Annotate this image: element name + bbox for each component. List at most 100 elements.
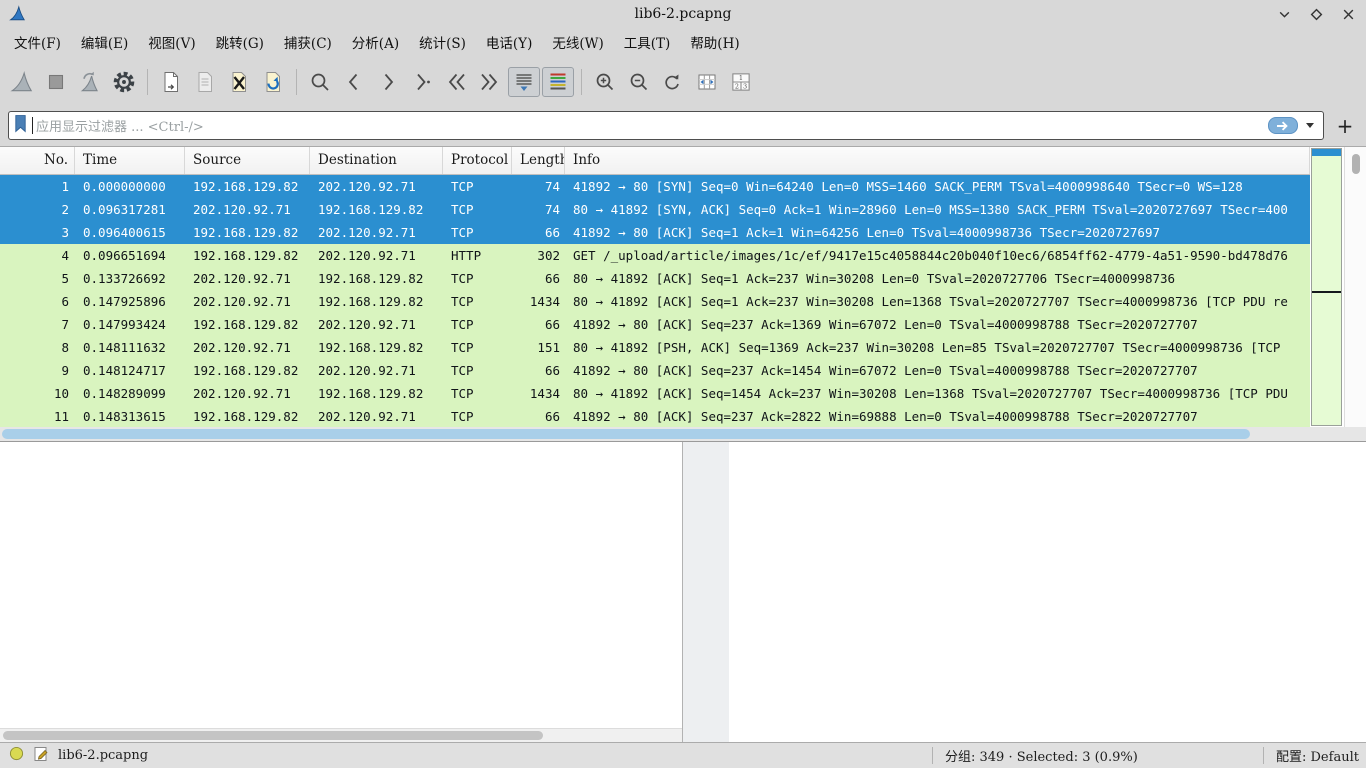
layout-chooser-icon[interactable]: 123 bbox=[725, 67, 757, 97]
table-row[interactable]: 50.133726692202.120.92.71192.168.129.82T… bbox=[0, 267, 1310, 290]
go-first-icon[interactable] bbox=[440, 67, 472, 97]
menu-item-7[interactable]: 电话(Y) bbox=[476, 29, 542, 59]
column-header-length[interactable]: Length bbox=[512, 147, 565, 174]
cell-time: 0.096651694 bbox=[75, 244, 185, 267]
bookmark-icon[interactable] bbox=[13, 114, 28, 137]
cell-destination: 202.120.92.71 bbox=[310, 244, 443, 267]
go-forward-icon[interactable] bbox=[372, 67, 404, 97]
restart-capture-icon[interactable] bbox=[74, 67, 106, 97]
cell-time: 0.147925896 bbox=[75, 290, 185, 313]
start-capture-icon[interactable] bbox=[6, 67, 38, 97]
table-row[interactable]: 20.096317281202.120.92.71192.168.129.82T… bbox=[0, 198, 1310, 221]
cell-protocol: TCP bbox=[443, 405, 512, 428]
maximize-icon[interactable] bbox=[1308, 6, 1324, 22]
intelligent-scrollbar-minimap[interactable] bbox=[1311, 148, 1342, 426]
cell-info: 80 → 41892 [ACK] Seq=1 Ack=237 Win=30208… bbox=[565, 290, 1310, 313]
menu-item-3[interactable]: 跳转(G) bbox=[206, 29, 274, 59]
filter-dropdown-icon[interactable] bbox=[1306, 123, 1314, 128]
cell-no: 7 bbox=[0, 313, 75, 336]
add-filter-button[interactable]: + bbox=[1332, 113, 1358, 139]
vscrollbar-thumb[interactable] bbox=[1352, 154, 1360, 174]
details-hscrollbar-thumb[interactable] bbox=[3, 731, 543, 740]
open-file-icon[interactable] bbox=[155, 67, 187, 97]
packet-list: No.TimeSourceDestinationProtocolLengthIn… bbox=[0, 147, 1310, 428]
column-header-no[interactable]: No. bbox=[0, 147, 75, 174]
cell-length: 66 bbox=[512, 405, 565, 428]
go-last-icon[interactable] bbox=[474, 67, 506, 97]
table-row[interactable]: 90.148124717192.168.129.82202.120.92.71T… bbox=[0, 359, 1310, 382]
cell-time: 0.148124717 bbox=[75, 359, 185, 382]
capture-comment-icon[interactable] bbox=[33, 746, 49, 766]
zoom-in-icon[interactable] bbox=[589, 67, 621, 97]
packet-list-hscrollbar[interactable] bbox=[0, 427, 1366, 441]
column-header-info[interactable]: Info bbox=[565, 147, 1310, 174]
svg-text:1: 1 bbox=[739, 74, 743, 82]
column-header-time[interactable]: Time bbox=[75, 147, 185, 174]
reload-file-icon[interactable] bbox=[257, 67, 289, 97]
packet-rows: 10.000000000192.168.129.82202.120.92.71T… bbox=[0, 175, 1310, 428]
toolbar-separator bbox=[296, 69, 297, 95]
close-icon[interactable] bbox=[1340, 6, 1356, 22]
table-row[interactable]: 110.148313615192.168.129.82202.120.92.71… bbox=[0, 405, 1310, 428]
column-header-destination[interactable]: Destination bbox=[310, 147, 443, 174]
menu-item-2[interactable]: 视图(V) bbox=[138, 29, 205, 59]
cell-source: 192.168.129.82 bbox=[185, 405, 310, 428]
capture-options-icon[interactable] bbox=[108, 67, 140, 97]
table-row[interactable]: 100.148289099202.120.92.71192.168.129.82… bbox=[0, 382, 1310, 405]
cell-destination: 192.168.129.82 bbox=[310, 198, 443, 221]
table-row[interactable]: 60.147925896202.120.92.71192.168.129.82T… bbox=[0, 290, 1310, 313]
details-pane-hscrollbar[interactable] bbox=[0, 728, 682, 742]
table-row[interactable]: 10.000000000192.168.129.82202.120.92.71T… bbox=[0, 175, 1310, 198]
resize-columns-icon[interactable] bbox=[691, 67, 723, 97]
zoom-out-icon[interactable] bbox=[623, 67, 655, 97]
toolbar-separator bbox=[147, 69, 148, 95]
column-header-protocol[interactable]: Protocol bbox=[443, 147, 512, 174]
find-packet-icon[interactable] bbox=[304, 67, 336, 97]
profile-selector[interactable]: 配置: Default bbox=[1264, 746, 1366, 765]
menu-item-6[interactable]: 统计(S) bbox=[409, 29, 476, 59]
filter-placeholder: 应用显示过滤器 ... <Ctrl-/> bbox=[36, 116, 1268, 135]
colorize-icon[interactable] bbox=[542, 67, 574, 97]
cell-time: 0.148313615 bbox=[75, 405, 185, 428]
cell-time: 0.148111632 bbox=[75, 336, 185, 359]
minimize-icon[interactable] bbox=[1276, 6, 1292, 22]
display-filter-input[interactable]: 应用显示过滤器 ... <Ctrl-/> bbox=[8, 111, 1324, 140]
menu-item-9[interactable]: 工具(T) bbox=[614, 29, 681, 59]
table-row[interactable]: 80.148111632202.120.92.71192.168.129.82T… bbox=[0, 336, 1310, 359]
stop-capture-icon[interactable] bbox=[40, 67, 72, 97]
close-file-icon[interactable] bbox=[223, 67, 255, 97]
go-back-icon[interactable] bbox=[338, 67, 370, 97]
cell-protocol: TCP bbox=[443, 359, 512, 382]
column-header-source[interactable]: Source bbox=[185, 147, 310, 174]
menu-item-1[interactable]: 编辑(E) bbox=[71, 29, 138, 59]
cell-source: 192.168.129.82 bbox=[185, 175, 310, 198]
menu-item-10[interactable]: 帮助(H) bbox=[680, 29, 749, 59]
packet-list-vscrollbar[interactable] bbox=[1344, 147, 1366, 428]
table-row[interactable]: 30.096400615192.168.129.82202.120.92.71T… bbox=[0, 221, 1310, 244]
cell-info: 41892 → 80 [ACK] Seq=1 Ack=1 Win=64256 L… bbox=[565, 221, 1310, 244]
cell-no: 1 bbox=[0, 175, 75, 198]
menu-item-8[interactable]: 无线(W) bbox=[542, 29, 613, 59]
apply-filter-button[interactable] bbox=[1268, 117, 1298, 134]
cell-length: 66 bbox=[512, 359, 565, 382]
cell-no: 11 bbox=[0, 405, 75, 428]
cell-protocol: TCP bbox=[443, 313, 512, 336]
cell-source: 202.120.92.71 bbox=[185, 198, 310, 221]
menu-item-4[interactable]: 捕获(C) bbox=[274, 29, 342, 59]
zoom-reset-icon[interactable] bbox=[657, 67, 689, 97]
hscrollbar-thumb[interactable] bbox=[2, 429, 1250, 439]
go-to-packet-icon[interactable] bbox=[406, 67, 438, 97]
packet-list-area: No.TimeSourceDestinationProtocolLengthIn… bbox=[0, 146, 1366, 427]
pane-splitter[interactable] bbox=[683, 442, 729, 742]
table-row[interactable]: 40.096651694192.168.129.82202.120.92.71H… bbox=[0, 244, 1310, 267]
packet-details-pane[interactable] bbox=[0, 442, 683, 742]
save-file-icon[interactable] bbox=[189, 67, 221, 97]
table-row[interactable]: 70.147993424192.168.129.82202.120.92.71T… bbox=[0, 313, 1310, 336]
expert-info-icon[interactable] bbox=[9, 746, 24, 765]
menu-item-5[interactable]: 分析(A) bbox=[342, 29, 409, 59]
menu-item-0[interactable]: 文件(F) bbox=[4, 29, 71, 59]
cell-time: 0.096317281 bbox=[75, 198, 185, 221]
auto-scroll-icon[interactable] bbox=[508, 67, 540, 97]
packet-bytes-pane[interactable] bbox=[729, 442, 1366, 742]
cell-source: 192.168.129.82 bbox=[185, 244, 310, 267]
